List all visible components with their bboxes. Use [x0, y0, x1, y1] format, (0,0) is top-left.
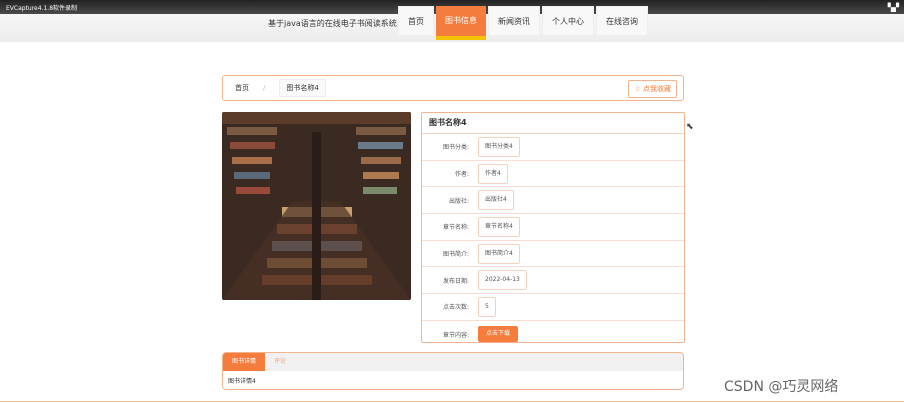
- book-title: 图书名称4: [422, 113, 684, 134]
- info-row-author: 作者: 作者4: [422, 161, 684, 188]
- info-row-publish-date: 发布日期: 2022-04-13: [422, 267, 684, 295]
- footer-divider: [0, 401, 904, 402]
- nav-books[interactable]: 图书信息: [436, 6, 486, 40]
- favorite-button[interactable]: ☆ 点我收藏: [628, 80, 677, 98]
- book-cover-image: [222, 112, 411, 300]
- info-label: 图书分类:: [442, 144, 469, 152]
- info-row-summary: 图书简介: 图书简介4: [422, 241, 684, 268]
- info-row-publisher: 出版社: 出版社4: [422, 187, 684, 215]
- breadcrumb-home[interactable]: 首页: [235, 83, 249, 93]
- detail-panel: 图书详情 评论 图书详情4: [222, 352, 684, 390]
- nav-consult[interactable]: 在线咨询: [596, 6, 648, 36]
- main-nav: 首页 图书信息 新闻资讯 个人中心 在线咨询: [398, 6, 648, 40]
- info-value: 章节名称4: [478, 216, 520, 237]
- info-label: 图书简介:: [442, 251, 469, 259]
- info-value: 出版社4: [478, 190, 514, 211]
- info-label: 发布日期:: [442, 277, 469, 285]
- info-value: 作者4: [478, 163, 508, 184]
- tab-comments[interactable]: 评论: [265, 353, 295, 371]
- nav-home[interactable]: 首页: [398, 6, 434, 36]
- info-row-chapter-name: 章节名称: 章节名称4: [422, 214, 684, 241]
- info-row-chapter-content: 章节内容: 点击下载: [422, 321, 684, 348]
- site-title: 基于java语言的在线电子书阅读系统: [268, 19, 397, 28]
- info-label: 点击次数:: [442, 304, 469, 312]
- breadcrumb-current: 图书名称4: [279, 79, 326, 97]
- info-value: 图书分类4: [478, 136, 520, 157]
- tab-details[interactable]: 图书详情: [223, 353, 266, 371]
- mouse-cursor-icon: ⬉: [686, 122, 694, 132]
- info-label: 章节内容:: [442, 331, 469, 339]
- info-value: 图书简介4: [478, 243, 520, 264]
- info-row-clicks: 点击次数: 5: [422, 294, 684, 321]
- capture-title: EVCapture4.1.8软件录制: [6, 4, 78, 12]
- watermark: CSDN @巧灵网络: [724, 379, 839, 395]
- nav-profile[interactable]: 个人中心: [542, 6, 594, 36]
- detail-content: 图书详情4: [228, 378, 256, 385]
- info-label: 章节名称:: [442, 224, 469, 232]
- book-info-panel: 图书名称4 图书分类: 图书分类4 作者: 作者4 出版社: 出版社4 章节名称…: [421, 112, 685, 343]
- info-value: 5: [478, 296, 496, 317]
- info-row-category: 图书分类: 图书分类4: [422, 134, 684, 161]
- info-label: 出版社:: [448, 197, 469, 205]
- breadcrumb-separator: /: [263, 84, 266, 92]
- info-value: 2022-04-13: [478, 270, 527, 291]
- info-label: 作者:: [454, 171, 469, 179]
- nav-news[interactable]: 新闻资讯: [488, 6, 540, 36]
- detail-tabs: 图书详情 评论: [223, 353, 683, 371]
- resize-grip-icon: ▚▞: [887, 2, 899, 12]
- breadcrumb: 首页 / 图书名称4 ☆ 点我收藏: [222, 75, 684, 101]
- download-button[interactable]: 点击下载: [478, 326, 519, 343]
